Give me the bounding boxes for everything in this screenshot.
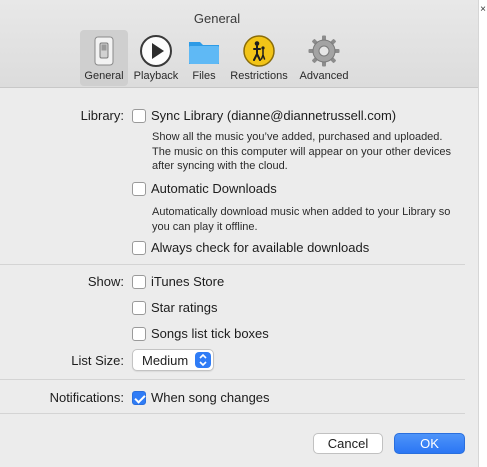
close-icon: × [480, 4, 486, 15]
gear-icon [307, 34, 341, 68]
list-size-value: Medium [142, 353, 189, 368]
show-label: Show: [87, 274, 124, 289]
automatic-downloads-label[interactable]: Automatic Downloads [151, 181, 277, 196]
tab-advanced-label: Advanced [299, 70, 349, 82]
tab-general-label: General [84, 70, 124, 82]
tab-general[interactable]: General [80, 30, 128, 86]
tab-files-label: Files [192, 70, 216, 82]
preferences-content: Library: Sync Library (dianne@diannetrus… [0, 89, 478, 467]
itunes-store-label[interactable]: iTunes Store [151, 274, 224, 289]
tab-restrictions-label: Restrictions [230, 70, 288, 82]
library-label: Library: [80, 108, 124, 123]
tab-restrictions[interactable]: Restrictions [225, 30, 293, 86]
ok-button[interactable]: OK [394, 433, 465, 454]
cancel-button[interactable]: Cancel [313, 433, 383, 454]
separator [0, 379, 465, 380]
check-downloads-checkbox[interactable] [132, 241, 146, 255]
window-title: General [193, 11, 241, 26]
song-changes-label[interactable]: When song changes [151, 390, 270, 405]
notifications-label: Notifications: [49, 390, 124, 405]
list-size-popup[interactable]: Medium [132, 349, 214, 371]
separator [0, 264, 465, 265]
songs-tick-boxes-label[interactable]: Songs list tick boxes [151, 326, 269, 341]
tab-playback[interactable]: Playback [130, 30, 182, 86]
separator [0, 413, 465, 414]
general-switch-icon [87, 34, 121, 68]
toolbar: General General Playback Files Restricti… [0, 0, 478, 88]
songs-tick-boxes-checkbox[interactable] [132, 327, 146, 341]
folder-icon [187, 34, 221, 68]
sync-library-label[interactable]: Sync Library (dianne@diannetrussell.com) [151, 108, 396, 123]
play-icon [139, 34, 173, 68]
list-size-label: List Size: [71, 353, 124, 368]
song-changes-checkbox[interactable] [132, 391, 146, 405]
sync-library-checkbox[interactable] [132, 109, 146, 123]
tab-playback-label: Playback [133, 70, 179, 82]
itunes-store-checkbox[interactable] [132, 275, 146, 289]
sync-library-help: Show all the music you’ve added, purchas… [152, 131, 451, 172]
automatic-downloads-checkbox[interactable] [132, 182, 146, 196]
updown-chevron-icon [195, 352, 211, 368]
check-downloads-label[interactable]: Always check for available downloads [151, 240, 369, 255]
restrictions-icon [242, 34, 276, 68]
star-ratings-checkbox[interactable] [132, 301, 146, 315]
background-window-edge: × [478, 0, 487, 467]
tab-advanced[interactable]: Advanced [295, 30, 353, 86]
automatic-downloads-help: Automatically download music when added … [152, 206, 451, 233]
star-ratings-label[interactable]: Star ratings [151, 300, 217, 315]
preferences-window: General General Playback Files Restricti… [0, 0, 487, 467]
tab-files[interactable]: Files [184, 30, 224, 86]
